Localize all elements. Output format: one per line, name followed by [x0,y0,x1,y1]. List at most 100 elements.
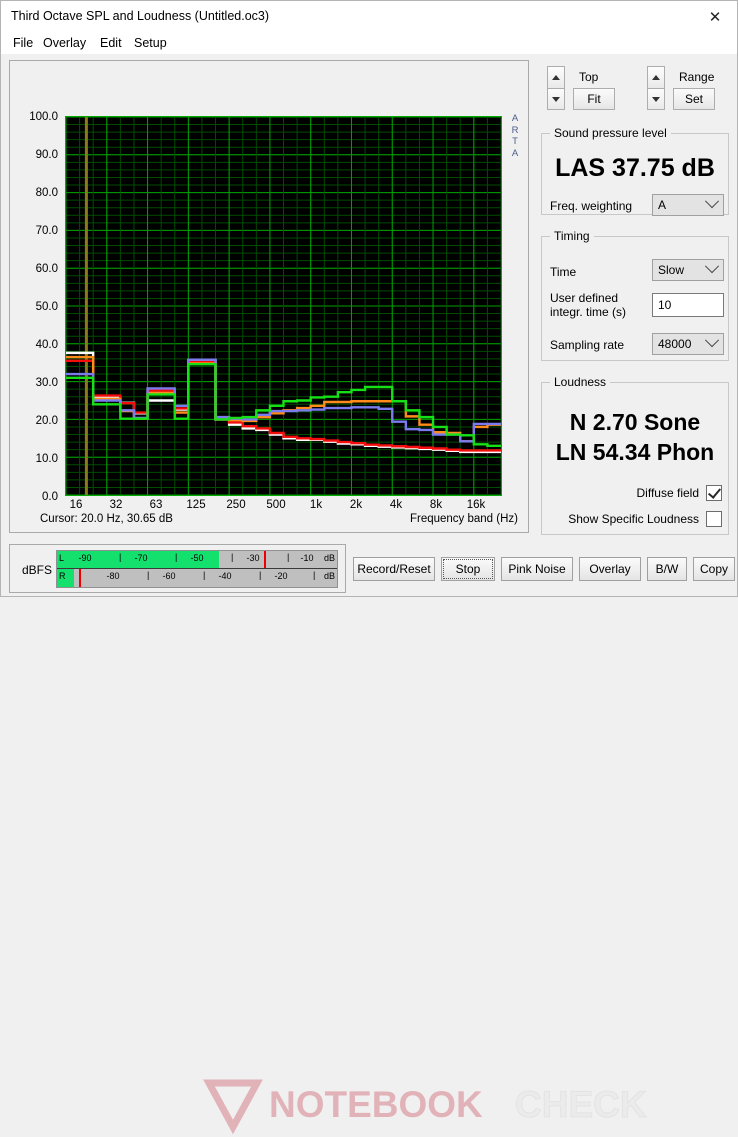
y-tick-30: 30.0 [35,377,58,389]
notebookcheck-watermark: NOTEBOOK CHECK [203,1079,647,1135]
dbfs-right-gradation-3: | [259,570,262,580]
timing-group-label: Timing [554,229,590,243]
time-label: Time [550,265,577,279]
dbfs-right-tick--20: -20 [274,571,288,581]
integration-time-input[interactable]: 10 [652,293,724,317]
top-spinner-up[interactable] [547,66,565,88]
freq-weighting-select[interactable]: A [652,194,724,216]
top-spinner[interactable] [547,66,565,110]
triangle-down-icon [652,96,660,102]
svg-text:CHECK: CHECK [515,1084,647,1125]
x-tick-2k: 2k [349,499,363,511]
x-tick-63: 63 [149,499,163,511]
menu-item-setup[interactable]: Setup [130,35,171,51]
dbfs-right-gradation-1: | [147,570,150,580]
y-tick-10: 10.0 [35,453,58,465]
dbfs-meters: L -90 | -70 | -50 | -30 | -10 dB R -80 |… [56,550,338,588]
diffuse-field-checkbox[interactable] [706,485,722,501]
arta-letter-a1: A [511,113,519,124]
dbfs-meter-right: R -80 | -60 | -40 | -20 | dB [57,569,337,587]
x-tick-32: 32 [109,499,123,511]
dbfs-right-tick--80: -80 [106,571,120,581]
x-tick-500: 500 [266,499,286,511]
x-tick-1k: 1k [309,499,323,511]
sampling-rate-select[interactable]: 48000 [652,333,724,355]
freq-weighting-label: Freq. weighting [550,199,633,213]
dbfs-label: dBFS [22,563,53,577]
bw-button[interactable]: B/W [647,557,687,581]
copy-button[interactable]: Copy [693,557,735,581]
y-tick-80: 80.0 [35,187,58,199]
dbfs-left-tick--50: -50 [190,553,204,563]
diffuse-field-label: Diffuse field [636,486,699,500]
arta-letter-r: R [511,124,519,136]
record-reset-button[interactable]: Record/Reset [353,557,435,581]
loudness-sone-value: N 2.70 Sone [569,409,701,435]
top-label: Top [579,70,599,84]
dbfs-right-peak [79,569,82,587]
x-tick-125: 125 [186,499,206,511]
y-tick-40: 40.0 [35,339,58,351]
range-spinner-up[interactable] [647,66,665,88]
y-tick-20: 20.0 [35,415,58,427]
show-specific-loudness-row[interactable]: Show Specific Loudness [542,511,722,527]
y-tick-70: 70.0 [35,225,58,237]
title-bar: Third Octave SPL and Loudness (Untitled.… [1,1,737,32]
overlay-button[interactable]: Overlay [579,557,641,581]
loudness-group: Loudness N 2.70 Sone LN 54.34 Phon Diffu… [541,375,729,535]
integration-time-value: 10 [658,298,672,312]
triangle-up-icon [552,75,560,80]
menu-item-file[interactable]: File [9,35,37,51]
close-icon[interactable]: ✕ [693,1,737,32]
fit-button[interactable]: Fit [573,88,615,110]
diffuse-field-row[interactable]: Diffuse field [542,485,722,501]
menu-item-edit[interactable]: Edit [96,35,126,51]
spl-plot[interactable] [65,116,502,496]
set-button[interactable]: Set [673,88,715,110]
show-specific-loudness-checkbox[interactable] [706,511,722,527]
y-tick-0: 0.0 [42,491,58,503]
dbfs-left-tick--10: -10 [300,553,314,563]
content-area: dB Third octave SPL 100.0 90.0 80.0 70.0… [1,54,737,541]
dbfs-right-gradation-2: | [203,570,206,580]
dbfs-meter-panel: dBFS L -90 | -70 | -50 | -30 | -10 dB R … [9,544,346,593]
svg-text:NOTEBOOK: NOTEBOOK [269,1084,483,1125]
arta-third-octave-window: Third Octave SPL and Loudness (Untitled.… [0,0,738,1135]
dbfs-left-channel-label: L [59,553,65,563]
arta-letter-t: T [512,136,518,147]
menu-bar: File Overlay Edit Setup [1,32,737,54]
menu-item-overlay[interactable]: Overlay [39,35,90,51]
x-tick-250: 250 [226,499,246,511]
y-tick-100: 100.0 [29,111,58,123]
dbfs-left-unit: dB [323,553,335,563]
chevron-down-icon [704,194,720,209]
pink-noise-button[interactable]: Pink Noise [501,557,573,581]
range-spinner[interactable] [647,66,665,110]
arta-letter-a2: A [511,147,519,159]
range-label: Range [679,70,715,84]
x-tick-16: 16 [69,499,83,511]
spl-plot-svg [66,117,501,495]
sampling-rate-value: 48000 [658,337,692,351]
dbfs-right-tick--40: -40 [218,571,232,581]
freq-weighting-value: A [658,198,667,212]
stop-button[interactable]: Stop [441,557,495,581]
graph-panel: dB Third octave SPL 100.0 90.0 80.0 70.0… [9,60,529,533]
y-tick-50: 50.0 [35,301,58,313]
top-spinner-down[interactable] [547,88,565,110]
cursor-readout: Cursor: 20.0 Hz, 30.65 dB [40,513,173,525]
triangle-up-icon [652,75,660,80]
time-select[interactable]: Slow [652,259,724,281]
x-axis-title: Frequency band (Hz) [409,513,518,525]
spl-group-label: Sound pressure level [554,126,667,140]
control-sidebar: Top Fit Range Set Sound pressure level L… [537,60,731,536]
y-tick-60: 60.0 [35,263,58,275]
x-tick-16k: 16k [466,499,486,511]
dbfs-right-tick--60: -60 [162,571,176,581]
dbfs-left-gradation-3: | [231,552,234,562]
chevron-down-icon [704,333,720,348]
show-specific-loudness-label: Show Specific Loudness [568,512,699,526]
range-spinner-down[interactable] [647,88,665,110]
triangle-down-icon [552,96,560,102]
dbfs-left-tick--90: -90 [78,553,92,563]
